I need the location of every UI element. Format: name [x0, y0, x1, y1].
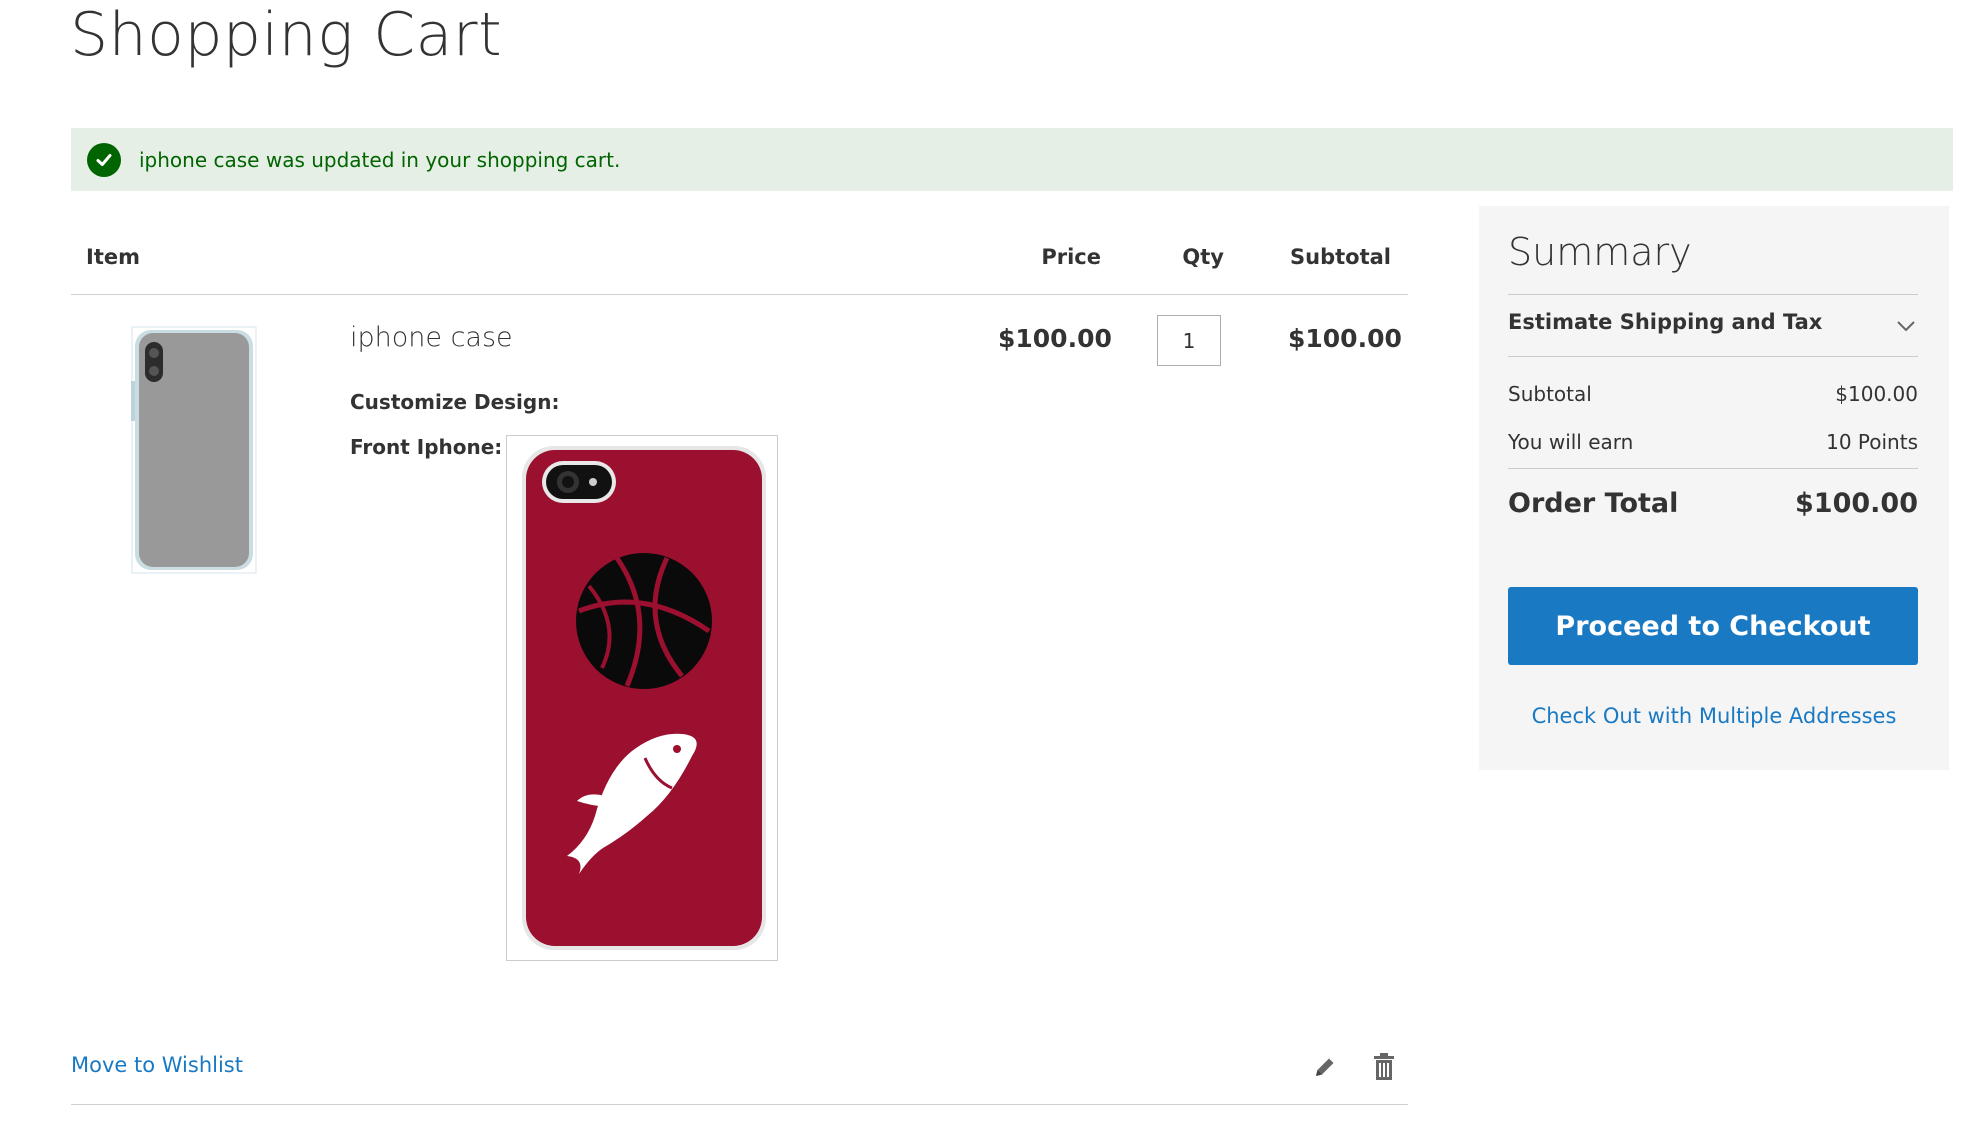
checkmark-icon [87, 142, 121, 177]
qty-input[interactable] [1157, 315, 1221, 366]
order-summary: Summary Estimate Shipping and Tax Subtot… [1479, 206, 1949, 770]
proceed-to-checkout-button[interactable]: Proceed to Checkout [1508, 587, 1918, 665]
product-thumbnail[interactable] [131, 326, 257, 574]
summary-title: Summary [1508, 230, 1692, 274]
summary-subtotal-row: Subtotal $100.00 [1508, 382, 1918, 406]
order-total-label: Order Total [1508, 488, 1679, 519]
pencil-icon[interactable] [1308, 1050, 1342, 1084]
order-total-row: Order Total $100.00 [1508, 488, 1918, 519]
move-to-wishlist-link[interactable]: Move to Wishlist [71, 1053, 243, 1077]
header-subtotal: Subtotal [1290, 245, 1391, 269]
estimate-shipping-label: Estimate Shipping and Tax [1508, 310, 1823, 334]
points-label: You will earn [1508, 430, 1634, 454]
basketball-icon [576, 553, 712, 689]
estimate-shipping-toggle[interactable]: Estimate Shipping and Tax [1508, 310, 1918, 334]
custom-design-image [506, 435, 778, 961]
cart-table: Item Price Qty Subtotal [71, 228, 1408, 295]
order-total-value: $100.00 [1795, 488, 1918, 519]
message-text: iphone case was updated in your shopping… [139, 147, 621, 172]
header-item: Item [86, 245, 140, 269]
success-message: iphone case was updated in your shopping… [71, 128, 1953, 191]
item-price: $100.00 [998, 324, 1112, 353]
header-qty: Qty [1182, 245, 1224, 269]
item-subtotal: $100.00 [1288, 324, 1402, 353]
subtotal-value: $100.00 [1835, 382, 1918, 406]
cart-bottom-divider [71, 1104, 1408, 1105]
trash-icon[interactable] [1367, 1050, 1401, 1084]
header-price: Price [1041, 245, 1101, 269]
chevron-down-icon[interactable] [1896, 314, 1916, 338]
option-customize-design: Customize Design: [350, 390, 560, 414]
summary-divider [1508, 356, 1918, 357]
cart-table-header: Item Price Qty Subtotal [71, 228, 1408, 295]
subtotal-label: Subtotal [1508, 382, 1592, 406]
summary-divider [1508, 468, 1918, 469]
product-name[interactable]: iphone case [350, 322, 513, 353]
points-value: 10 Points [1826, 430, 1918, 454]
option-front-iphone: Front Iphone: [350, 435, 503, 459]
multiple-addresses-link[interactable]: Check Out with Multiple Addresses [1479, 704, 1949, 728]
summary-points-row: You will earn 10 Points [1508, 430, 1918, 454]
summary-divider [1508, 294, 1918, 295]
page-title: Shopping Cart [70, 0, 503, 70]
